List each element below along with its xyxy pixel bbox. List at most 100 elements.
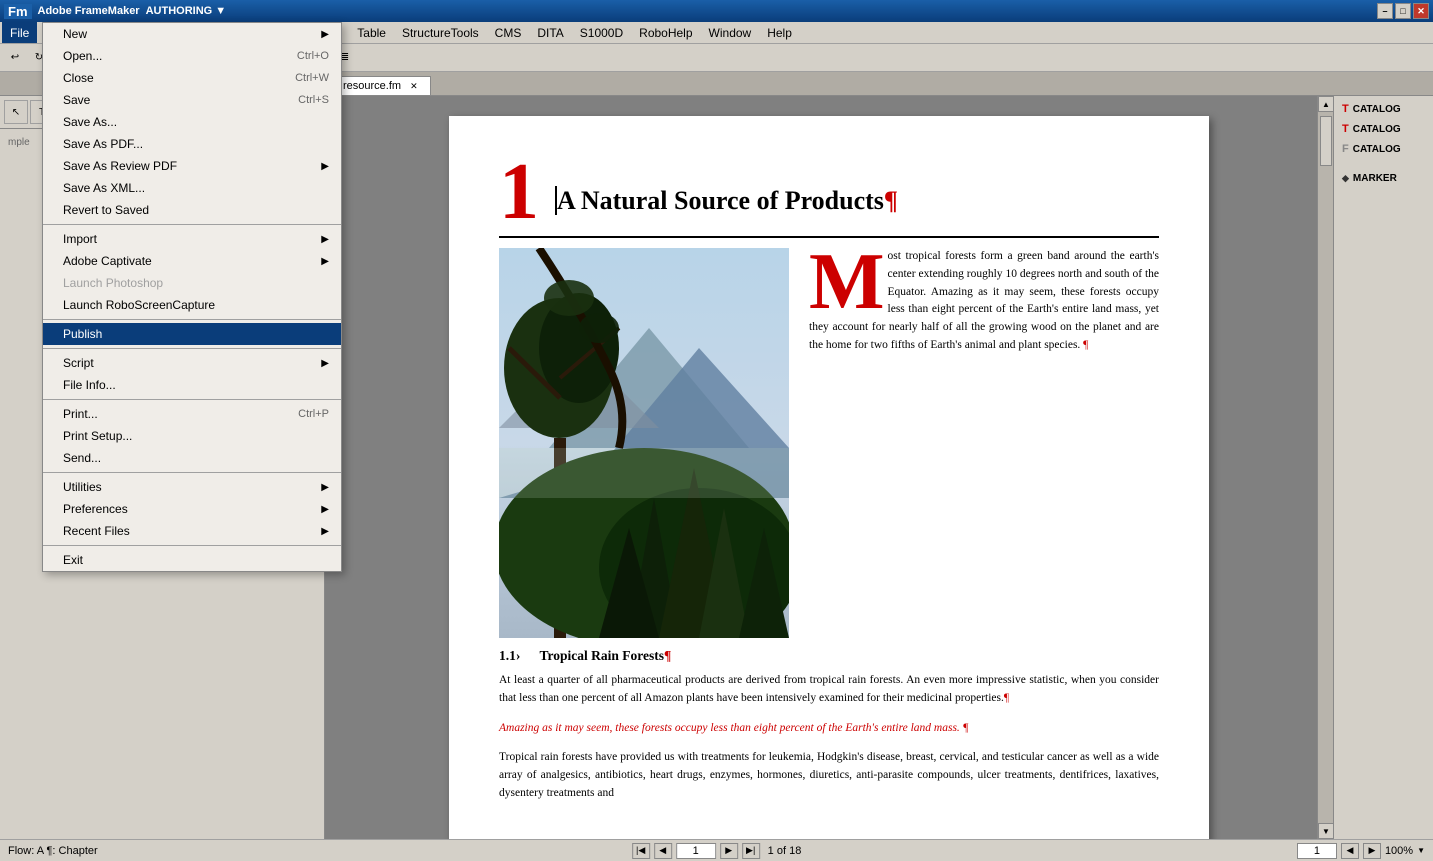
panel-t-catalog-2[interactable]: T CATALOG	[1338, 120, 1429, 138]
doc-area[interactable]: 1 A Natural Source of Products¶	[325, 96, 1333, 839]
f-catalog-label: CATALOG	[1353, 144, 1401, 155]
app-title: Adobe FrameMaker	[38, 5, 140, 17]
menu-utilities[interactable]: Utilities ▶	[43, 476, 341, 498]
sep-4	[43, 399, 341, 400]
panel-f-catalog[interactable]: F CATALOG	[1338, 140, 1429, 158]
scroll-up-btn[interactable]: ▲	[1318, 96, 1333, 112]
menu-exit[interactable]: Exit	[43, 549, 341, 571]
zoom-level: 100%	[1385, 845, 1413, 857]
menu-open[interactable]: Open... Ctrl+O	[43, 45, 341, 67]
page-number-input[interactable]	[676, 843, 716, 859]
maximize-button[interactable]: □	[1395, 3, 1411, 19]
menu-cms[interactable]: CMS	[487, 22, 530, 43]
section-title: Tropical Rain Forests¶	[540, 648, 672, 663]
t-catalog-1-label: CATALOG	[1353, 104, 1401, 115]
sep-6	[43, 545, 341, 546]
menu-send[interactable]: Send...	[43, 447, 341, 469]
menu-robohelp[interactable]: RoboHelp	[631, 22, 700, 43]
nav-next-btn[interactable]: ▶	[720, 843, 738, 859]
menu-new[interactable]: New ▶	[43, 23, 341, 45]
nav-prev-btn[interactable]: ◀	[654, 843, 672, 859]
panel-t-catalog-1[interactable]: T CATALOG	[1338, 100, 1429, 118]
menu-help[interactable]: Help	[759, 22, 800, 43]
menu-import[interactable]: Import ▶	[43, 228, 341, 250]
nav-last-btn[interactable]: ▶|	[742, 843, 760, 859]
menu-recent-files[interactable]: Recent Files ▶	[43, 520, 341, 542]
t-catalog-2-icon: T	[1342, 123, 1349, 135]
doc-image	[499, 248, 789, 638]
menu-preferences[interactable]: Preferences ▶	[43, 498, 341, 520]
menu-publish[interactable]: Publish	[43, 323, 341, 345]
zoom-input[interactable]	[1297, 843, 1337, 859]
tab-close-icon[interactable]: ✕	[410, 81, 418, 91]
authoring-mode: AUTHORING ▼	[146, 5, 227, 17]
sep-5	[43, 472, 341, 473]
doc-para2: At least a quarter of all pharmaceutical…	[499, 672, 1159, 708]
menu-revert[interactable]: Revert to Saved	[43, 199, 341, 221]
chapter-header: 1 A Natural Source of Products¶	[499, 156, 1159, 238]
menu-table[interactable]: Table	[349, 22, 394, 43]
chapter-title: A Natural Source of Products¶	[555, 156, 898, 216]
zoom-dropdown-icon[interactable]: ▼	[1417, 846, 1425, 855]
doc-red-para: Amazing as it may seem, these forests oc…	[499, 720, 1159, 738]
menu-script[interactable]: Script ▶	[43, 352, 341, 374]
scroll-thumb[interactable]	[1320, 116, 1332, 166]
minimize-button[interactable]: –	[1377, 3, 1393, 19]
section-heading: 1.1› Tropical Rain Forests¶	[499, 648, 1159, 664]
doc-scrollbar[interactable]: ▲ ▼	[1317, 96, 1333, 839]
status-flow: Flow: A ¶: Chapter	[8, 845, 98, 857]
menu-structuretools[interactable]: StructureTools	[394, 22, 487, 43]
menu-save-as-pdf[interactable]: Save As PDF...	[43, 133, 341, 155]
titlebar-left: Fm Adobe FrameMaker AUTHORING ▼	[4, 4, 286, 19]
doc-page: 1 A Natural Source of Products¶	[449, 116, 1209, 839]
tab-resource-fm[interactable]: resource.fm ✕	[330, 76, 431, 95]
page-total: 1 of 18	[768, 845, 802, 857]
t-catalog-1-icon: T	[1342, 103, 1349, 115]
titlebar-controls: – □ ✕	[1377, 3, 1429, 19]
sep-1	[43, 224, 341, 225]
panel-marker[interactable]: ◆ MARKER	[1338, 170, 1429, 187]
zoom-next-btn[interactable]: ▶	[1363, 843, 1381, 859]
menu-window[interactable]: Window	[701, 22, 760, 43]
section-num: 1.1›	[499, 648, 520, 663]
scroll-track	[1318, 112, 1333, 823]
f-catalog-icon: F	[1342, 143, 1349, 155]
menu-save[interactable]: Save Ctrl+S	[43, 89, 341, 111]
menu-save-as-xml[interactable]: Save As XML...	[43, 177, 341, 199]
tool-arrow[interactable]: ↖	[4, 100, 28, 124]
menu-print-setup[interactable]: Print Setup...	[43, 425, 341, 447]
zoom-prev-btn[interactable]: ◀	[1341, 843, 1359, 859]
sep-3	[43, 348, 341, 349]
menu-s1000d[interactable]: S1000D	[572, 22, 631, 43]
menu-close[interactable]: Close Ctrl+W	[43, 67, 341, 89]
menu-launch-roboscreen[interactable]: Launch RoboScreenCapture	[43, 294, 341, 316]
t-catalog-2-label: CATALOG	[1353, 124, 1401, 135]
menu-launch-photoshop: Launch Photoshop	[43, 272, 341, 294]
doc-intro-para: M ost tropical forests form a green band…	[809, 248, 1159, 355]
nav-first-btn[interactable]: |◀	[632, 843, 650, 859]
menu-dita[interactable]: DITA	[529, 22, 571, 43]
chapter-number: 1	[499, 156, 539, 228]
close-button[interactable]: ✕	[1413, 3, 1429, 19]
drop-cap: M	[809, 252, 885, 312]
menu-print[interactable]: Print... Ctrl+P	[43, 403, 341, 425]
right-panel: T CATALOG T CATALOG F CATALOG ◆ MARKER	[1333, 96, 1433, 839]
statusbar-nav: |◀ ◀ ▶ ▶| 1 of 18	[632, 843, 802, 859]
statusbar: Flow: A ¶: Chapter |◀ ◀ ▶ ▶| 1 of 18 ◀ ▶…	[0, 839, 1433, 861]
marker-label: MARKER	[1353, 173, 1397, 184]
menu-save-as-review-pdf[interactable]: Save As Review PDF ▶	[43, 155, 341, 177]
menu-file[interactable]: File	[2, 22, 37, 43]
file-menu: New ▶ Open... Ctrl+O Close Ctrl+W Save C…	[42, 22, 342, 572]
menu-adobe-captivate[interactable]: Adobe Captivate ▶	[43, 250, 341, 272]
scroll-down-btn[interactable]: ▼	[1318, 823, 1333, 839]
sep-2	[43, 319, 341, 320]
titlebar: Fm Adobe FrameMaker AUTHORING ▼ – □ ✕	[0, 0, 1433, 22]
toolbar-btn-1[interactable]: ↩	[4, 47, 26, 69]
menu-save-as[interactable]: Save As...	[43, 111, 341, 133]
tab-label: resource.fm	[343, 80, 401, 92]
doc-para3: Tropical rain forests have provided us w…	[499, 749, 1159, 802]
marker-icon: ◆	[1342, 173, 1349, 184]
menu-file-info[interactable]: File Info...	[43, 374, 341, 396]
panel-spacer	[1338, 160, 1429, 168]
app-logo: Fm	[4, 4, 32, 19]
